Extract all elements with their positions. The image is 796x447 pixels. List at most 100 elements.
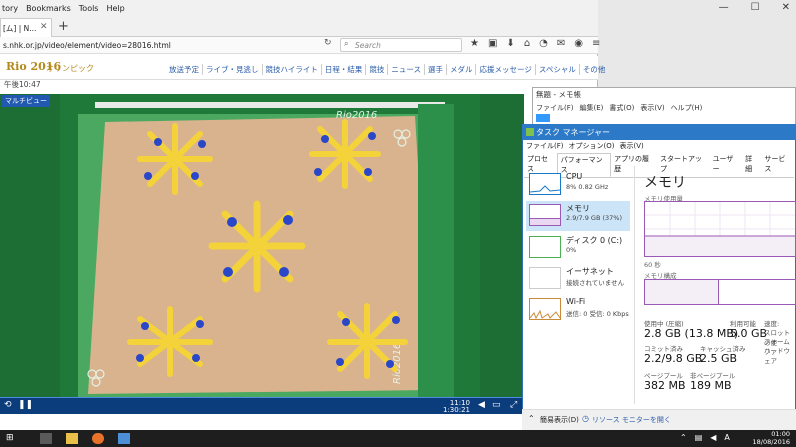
formation-bottom-left (127, 306, 213, 377)
task-manager-menu: ファイル(F) オプション(O) 表示(V) (526, 141, 644, 151)
open-resource-monitor-link[interactable]: リソース モニターを開く (592, 415, 671, 425)
nav-results[interactable]: 日程・結果 (322, 64, 367, 75)
taskmgr-taskbar-icon[interactable] (40, 433, 52, 444)
rio-watermark-top: Rio2016 (336, 110, 377, 121)
nav-other[interactable]: その他 (580, 64, 609, 75)
disk-thumb (529, 236, 561, 258)
perf-item-label: メモリ (566, 204, 590, 213)
home-icon[interactable]: ⌂ (524, 38, 530, 49)
browser-menubar: tory Bookmarks Tools Help (0, 0, 598, 17)
video-player[interactable]: Rio2016 Rio2016 (0, 94, 524, 414)
video-total: 1:30:21 (443, 406, 470, 414)
memory-composition-used (645, 280, 719, 304)
perf-item-sub: 送信: 0 受信: 0 Kbps (566, 310, 629, 318)
paged-pool-value: 382 MB (644, 379, 686, 392)
app-icon[interactable] (118, 433, 130, 444)
wifi-spark (529, 309, 561, 320)
tm-menu-options[interactable]: オプション(O) (569, 141, 615, 151)
video-time: 11:10 1:30:21 (443, 400, 470, 414)
menu-icon[interactable]: ≡ (592, 38, 600, 49)
notepad-selection (536, 114, 550, 122)
nav-sports[interactable]: 競技 (366, 64, 389, 75)
menu-bookmarks[interactable]: Bookmarks (26, 4, 71, 13)
captions-icon[interactable]: ▭ (492, 400, 501, 410)
perf-item-ethernet[interactable]: イーサネット 接続されていません (526, 264, 630, 294)
tab-users[interactable]: ユーザー (710, 153, 743, 177)
fewer-details-button[interactable]: 簡易表示(D) (540, 415, 579, 425)
toolbar-icons: ★ ▣ ⬇ ⌂ ◔ ✉ ◉ ≡ (470, 38, 600, 49)
new-tab-icon[interactable]: + (58, 19, 69, 34)
url-bar[interactable]: s.nhk.or.jp/video/element/video=28016.ht… (1, 39, 335, 52)
tab-details[interactable]: 詳細 (742, 153, 761, 177)
notepad-menu-format[interactable]: 書式(O) (609, 103, 634, 113)
close-button[interactable]: ✕ (782, 2, 790, 13)
memory-grid (645, 202, 795, 256)
wifi-thumb (529, 298, 561, 320)
menu-help[interactable]: Help (106, 4, 124, 13)
ime-indicator[interactable]: A (724, 433, 729, 442)
tm-menu-file[interactable]: ファイル(F) (526, 141, 564, 151)
hardware-reserved-label: ハードウェア (764, 347, 790, 365)
perf-item-disk[interactable]: ディスク 0 (C:) 0% (526, 233, 630, 263)
ethernet-thumb (529, 267, 561, 289)
notepad-menu-view[interactable]: 表示(V) (640, 103, 664, 113)
pause-icon[interactable]: ❚❚ (18, 400, 33, 410)
fullscreen-icon[interactable]: ⤢ (510, 400, 517, 410)
notepad-menu-edit[interactable]: 編集(E) (580, 103, 604, 113)
perf-item-label: CPU (566, 172, 583, 181)
nav-highlights[interactable]: 競技ハイライト (263, 64, 322, 75)
minimize-button[interactable]: — (719, 2, 729, 13)
system-tray: ⌃ ▤ ◀ A (680, 433, 730, 442)
firefox-icon[interactable] (92, 433, 104, 444)
replay-icon[interactable]: ⟲ (4, 400, 12, 410)
memory-heading: メモリ (644, 175, 686, 191)
volume-tray-icon[interactable]: ◀ (710, 433, 716, 442)
tab-services[interactable]: サービス (761, 153, 794, 177)
tab-close-icon[interactable]: ✕ (40, 22, 48, 32)
perf-item-memory[interactable]: メモリ 2.9/7.9 GB (37%) (526, 201, 630, 231)
start-icon[interactable]: ⊞ (6, 433, 18, 444)
perf-item-cpu[interactable]: CPU 8% 0.82 GHz (526, 170, 630, 200)
network-icon[interactable]: ▤ (695, 433, 703, 442)
search-input[interactable]: Search (340, 38, 462, 52)
file-explorer-icon[interactable] (66, 433, 78, 444)
perf-item-sub: 接続されていません (566, 279, 625, 287)
cpu-spark (529, 185, 561, 193)
in-use-value: 2.8 GB (13.8 MB) (644, 327, 739, 340)
available-value: 5.0 GB (730, 327, 768, 340)
nav-athletes[interactable]: 選手 (425, 64, 447, 75)
notepad-menu-file[interactable]: ファイル(F) (536, 103, 574, 113)
search-icon: ⌕ (344, 39, 349, 48)
maximize-button[interactable]: ☐ (751, 2, 760, 13)
perf-item-label: Wi-Fi (566, 297, 586, 306)
nav-news[interactable]: ニュース (388, 64, 425, 75)
nav-live[interactable]: ライブ・見逃し (203, 64, 263, 75)
pocket-icon[interactable]: ◉ (574, 38, 583, 49)
site-nav: 放送予定 ライブ・見逃し 競技ハイライト 日程・結果 競技 ニュース 選手 メダ… (166, 64, 608, 75)
nav-messages[interactable]: 応援メッセージ (476, 64, 536, 75)
menu-history[interactable]: tory (2, 4, 18, 13)
multiview-label: マルチビュー (2, 95, 50, 107)
tray-up-icon[interactable]: ⌃ (680, 433, 687, 442)
cached-value: 2.5 GB (700, 352, 738, 365)
mail-icon[interactable]: ✉ (557, 38, 565, 49)
notepad-menu: ファイル(F) 編集(E) 書式(O) 表示(V) ヘルプ(H) (536, 103, 702, 113)
tm-menu-view[interactable]: 表示(V) (619, 141, 643, 151)
chevron-up-icon[interactable]: ⌃ (528, 414, 535, 423)
download-icon[interactable]: ⬇ (506, 38, 514, 49)
notepad-menu-help[interactable]: ヘルプ(H) (671, 103, 703, 113)
notepad-title: 無題 - メモ帳 (536, 90, 581, 99)
perf-item-wifi[interactable]: Wi-Fi 送信: 0 受信: 0 Kbps (526, 295, 630, 325)
taskbar-clock[interactable]: 01:00 18/08/2016 (753, 430, 790, 446)
reading-list-icon[interactable]: ▣ (488, 38, 497, 49)
resource-monitor-icon: ◷ (582, 414, 589, 423)
volume-icon[interactable]: ◀ (478, 400, 485, 410)
nav-special[interactable]: スペシャル (536, 64, 580, 75)
menu-tools[interactable]: Tools (79, 4, 99, 13)
reload-icon[interactable]: ↻ (324, 38, 332, 48)
bookmark-star-icon[interactable]: ★ (470, 38, 479, 49)
nav-schedule[interactable]: 放送予定 (166, 64, 203, 75)
nav-medals[interactable]: メダル (447, 64, 477, 75)
task-manager-title: タスク マネージャー (522, 124, 796, 140)
feed-icon[interactable]: ◔ (539, 38, 548, 49)
